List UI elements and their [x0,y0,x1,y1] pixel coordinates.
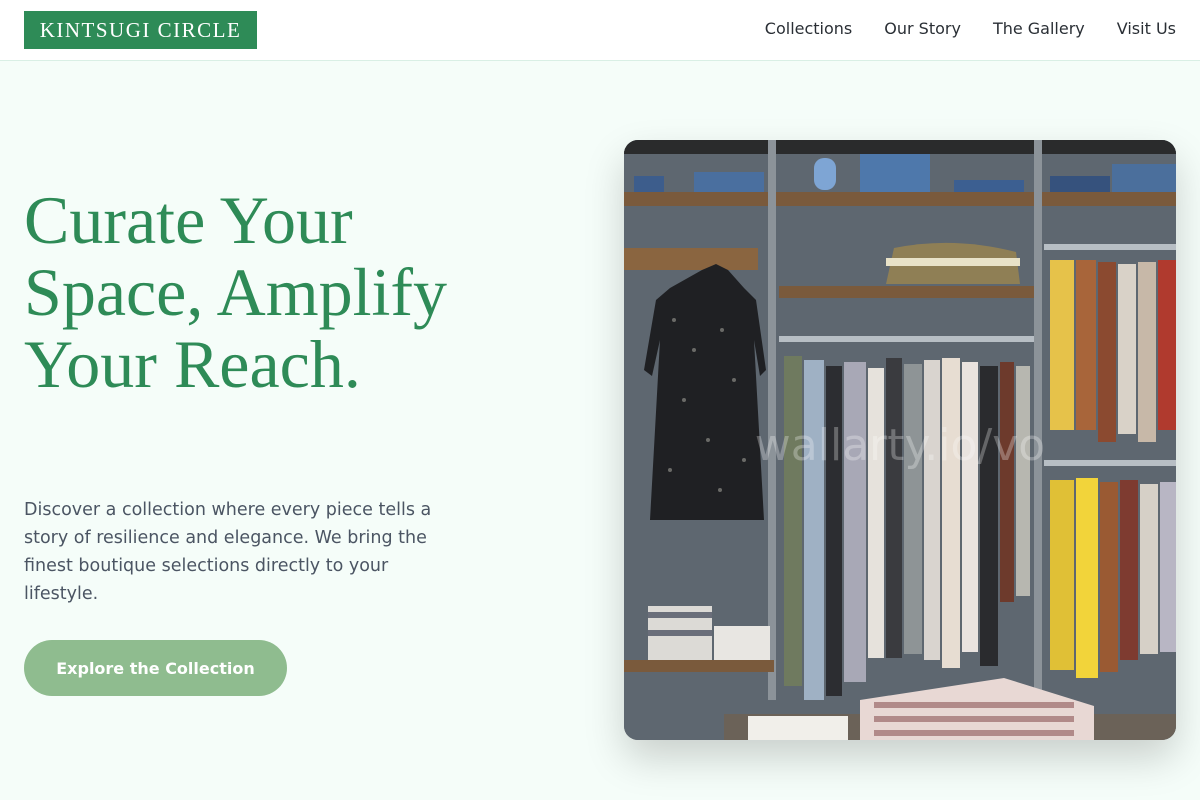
image-watermark: wallarty.io/vo [755,420,1045,471]
nav-link-collections[interactable]: Collections [765,18,852,40]
nav-link-visit-us[interactable]: Visit Us [1117,18,1176,40]
nav-link-our-story[interactable]: Our Story [884,18,961,40]
nav-link-gallery[interactable]: The Gallery [993,18,1085,40]
hero-image-clothing-rack: wallarty.io/vo [624,140,1176,740]
hero-subtitle: Discover a collection where every piece … [24,500,432,604]
site-header: KINTSUGI CIRCLE Collections Our Story Th… [0,0,1200,61]
hero-title: Curate Your Space, Amplify Your Reach. [24,182,448,402]
main-nav: Collections Our Story The Gallery Visit … [765,18,1176,40]
explore-collection-button[interactable]: Explore the Collection [24,640,287,696]
logo[interactable]: KINTSUGI CIRCLE [24,11,257,49]
